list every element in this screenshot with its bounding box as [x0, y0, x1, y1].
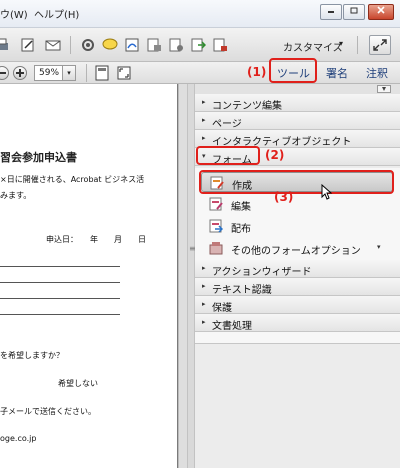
collapsed-triangle-icon: ▸ — [202, 282, 206, 290]
annotation-step-2: (2) — [265, 148, 285, 162]
annotation-box-forms — [196, 146, 260, 165]
customize-menu[interactable]: カスタマイズ — [283, 39, 343, 54]
collapsed-triangle-icon: ▸ — [202, 98, 206, 106]
chevron-down-icon[interactable]: ▾ — [377, 243, 381, 251]
annotation-box-create — [199, 170, 394, 194]
section-label: 保護 — [212, 303, 232, 314]
edit-icon[interactable] — [20, 37, 36, 53]
form-item-label: 編集 — [231, 202, 251, 213]
tab-sign[interactable]: 署名 — [326, 65, 348, 81]
form-field-rule — [0, 314, 120, 315]
panel-options-button[interactable] — [377, 85, 391, 93]
minimize-icon — [328, 11, 334, 13]
section-label: 文書処理 — [212, 321, 252, 332]
document-text-line: 子メールで送信ください。 — [0, 407, 96, 416]
sign-icon[interactable] — [124, 37, 140, 53]
print-icon[interactable] — [0, 37, 10, 53]
mouse-cursor-icon — [321, 184, 333, 200]
menu-window[interactable]: ウ(W) — [0, 6, 28, 21]
panel-options-icon — [382, 87, 386, 91]
document-text-line: oge.co.jp — [0, 434, 37, 443]
lock-pdf-icon[interactable] — [146, 37, 162, 53]
form-field-rule — [0, 282, 120, 283]
more-form-options-icon — [209, 242, 223, 255]
form-edit-item[interactable]: 編集 — [201, 194, 393, 214]
pane-splitter[interactable]: ≡ — [187, 84, 196, 468]
section-label: ページ — [212, 119, 242, 130]
minimize-button[interactable] — [320, 4, 342, 20]
zoom-dropdown[interactable]: ▾ — [62, 65, 76, 81]
menu-help[interactable]: ヘルプ(H) — [34, 6, 79, 21]
section-pages[interactable]: ▸ ページ — [195, 112, 400, 130]
restore-button[interactable] — [343, 4, 365, 20]
menu-bar: ウ(W) ヘルプ(H) — [0, 0, 400, 28]
gear-icon[interactable] — [80, 37, 96, 53]
panel-header — [195, 84, 400, 94]
restore-icon — [350, 7, 358, 14]
comment-icon[interactable] — [102, 37, 118, 53]
export-pdf-icon[interactable] — [190, 37, 206, 53]
toolbar-separator — [70, 36, 71, 54]
toolbar-separator — [86, 64, 87, 82]
mail-icon[interactable] — [45, 37, 61, 53]
section-text-recognition[interactable]: ▸ テキスト認識 — [195, 278, 400, 296]
section-label: コンテンツ編集 — [212, 101, 282, 112]
section-protection[interactable]: ▸ 保護 — [195, 296, 400, 314]
fit-page-icon[interactable] — [94, 65, 110, 81]
section-content-editing[interactable]: ▸ コンテンツ編集 — [195, 94, 400, 112]
document-title: 習会参加申込書 — [0, 151, 77, 164]
form-more-options-item[interactable]: その他のフォームオプション ▾ — [201, 238, 393, 258]
tab-comment[interactable]: 注釈 — [366, 65, 388, 81]
document-icon[interactable] — [212, 37, 228, 53]
zoom-in-button[interactable] — [13, 66, 27, 80]
close-button[interactable] — [368, 4, 394, 20]
collapsed-triangle-icon: ▸ — [202, 264, 206, 272]
plus-icon — [16, 69, 24, 77]
close-icon — [377, 6, 385, 14]
collapsed-triangle-icon: ▸ — [202, 300, 206, 308]
collapsed-triangle-icon: ▸ — [202, 134, 206, 142]
expand-button[interactable] — [369, 35, 391, 55]
document-text-line: を希望しますか？ — [0, 351, 64, 360]
toolbar-separator — [357, 36, 358, 54]
section-action-wizard[interactable]: ▸ アクションウィザード — [195, 260, 400, 278]
edit-form-icon — [209, 197, 223, 211]
tools-panel: ▸ コンテンツ編集 ▸ ページ ▸ インタラクティブオブジェクト ▾ フォーム … — [195, 84, 400, 468]
tab-tools[interactable]: ツール — [277, 65, 310, 81]
expand-icon — [373, 39, 387, 51]
document-text-line: ×日に開催される、Acrobat ビジネス活 — [0, 175, 145, 184]
main-toolbar: カスタマイズ ▾ — [0, 28, 400, 62]
form-item-label: その他のフォームオプション — [231, 246, 361, 257]
full-screen-icon[interactable] — [116, 65, 132, 81]
section-label: アクションウィザード — [212, 267, 312, 278]
annotation-step-3: (3) — [274, 190, 294, 204]
lock-pdf-2-icon[interactable] — [168, 37, 184, 53]
document-scrollbar[interactable] — [178, 84, 187, 468]
section-document-processing[interactable]: ▸ 文書処理 — [195, 314, 400, 332]
application-date-line: 申込日： 年 月 日 — [46, 235, 146, 244]
minus-icon — [0, 72, 6, 74]
document-page: 習会参加申込書 ×日に開催される、Acrobat ビジネス活 みます。 申込日：… — [0, 84, 178, 468]
form-item-label: 配布 — [231, 224, 251, 235]
document-text-line: みます。 — [0, 191, 32, 200]
collapsed-triangle-icon: ▸ — [202, 116, 206, 124]
form-field-rule — [0, 298, 120, 299]
section-label: テキスト認識 — [212, 285, 272, 296]
document-text-line: 希望しない — [58, 379, 98, 388]
annotation-step-1: (1) — [247, 65, 267, 79]
chevron-down-icon[interactable]: ▾ — [339, 39, 343, 48]
collapsed-triangle-icon: ▸ — [202, 318, 206, 326]
form-field-rule — [0, 266, 120, 267]
zoom-out-button[interactable] — [0, 66, 9, 80]
form-distribute-item[interactable]: 配布 — [201, 216, 393, 236]
distribute-form-icon — [209, 219, 223, 233]
view-toolbar: 59% ▾ (1) ツール 署名 注釈 — [0, 58, 400, 84]
